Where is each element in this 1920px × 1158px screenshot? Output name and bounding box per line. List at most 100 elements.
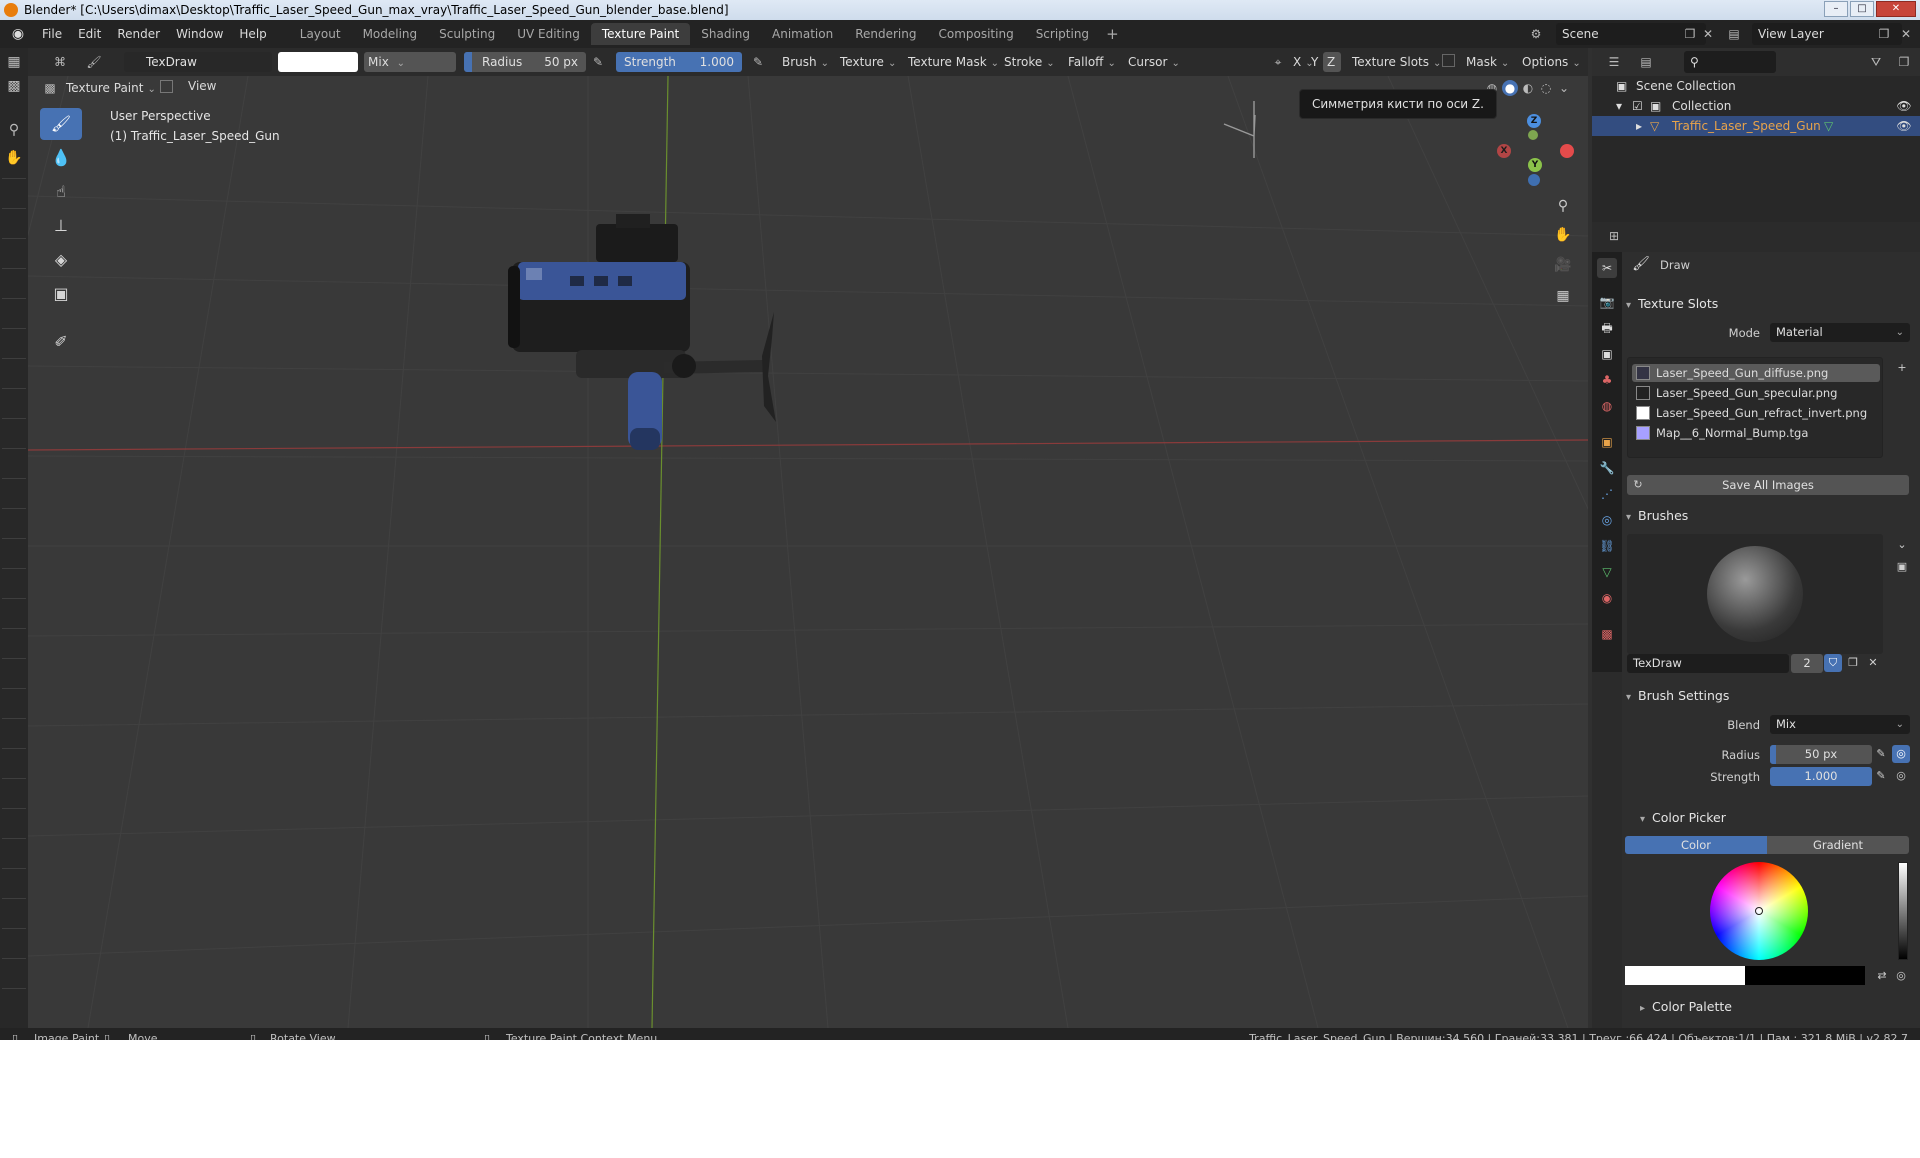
radius-pressure-icon[interactable]: ✎ (590, 54, 606, 70)
blender-logo-icon[interactable]: ◉ (8, 24, 28, 44)
outliner-search-input[interactable]: ⚲ (1684, 51, 1776, 73)
outliner-row-scene-collection[interactable]: ▣ Scene Collection (1592, 76, 1920, 96)
strength-unified-icon[interactable]: ◎ (1892, 767, 1910, 785)
menu-window[interactable]: Window (168, 20, 231, 48)
color-wheel[interactable] (1710, 862, 1808, 960)
mask-checkbox[interactable] (1442, 54, 1455, 67)
gizmo-x-axis[interactable]: X (1497, 144, 1511, 158)
brush-name-input[interactable]: TexDraw (1627, 654, 1789, 673)
tab-scene-icon[interactable]: ♣ (1597, 370, 1617, 390)
fake-user-shield-icon[interactable]: ⛉ (1824, 654, 1842, 672)
tab-shading[interactable]: Shading (690, 23, 761, 45)
scene-icon[interactable]: ⚙ (1528, 26, 1544, 42)
texture-mask-menu[interactable]: Texture Mask (904, 52, 1003, 72)
rendered-shading-icon[interactable]: ◌ (1538, 80, 1554, 96)
menu-render[interactable]: Render (109, 20, 168, 48)
gizmo-y-axis[interactable]: Y (1528, 158, 1542, 172)
color-picker-panel-header[interactable]: Color Picker (1640, 810, 1726, 825)
new-scene-icon[interactable]: ❐ (1682, 26, 1698, 42)
secondary-color-swatch[interactable] (1745, 966, 1865, 985)
gizmo-negative-y[interactable] (1528, 130, 1538, 140)
unlink-brush-icon[interactable]: ✕ (1864, 654, 1882, 672)
new-collection-icon[interactable]: ❐ (1896, 54, 1912, 70)
save-all-images-button[interactable]: ↻ Save All Images (1627, 475, 1909, 495)
clone-tool[interactable]: ⊥ (40, 210, 82, 242)
menu-file[interactable]: File (34, 20, 70, 48)
tab-sculpting[interactable]: Sculpting (428, 23, 506, 45)
tab-compositing[interactable]: Compositing (927, 23, 1024, 45)
brush-name-field[interactable]: TexDraw (124, 52, 272, 72)
symmetry-z-toggle[interactable]: Z (1323, 52, 1341, 72)
tab-uv-editing[interactable]: UV Editing (506, 23, 591, 45)
brush-preview[interactable] (1627, 534, 1883, 654)
material-shading-icon[interactable]: ◐ (1520, 80, 1536, 96)
texture-menu[interactable]: Texture (836, 52, 900, 72)
mask-menu[interactable]: Mask (1462, 52, 1513, 72)
menu-help[interactable]: Help (231, 20, 274, 48)
tab-animation[interactable]: Animation (761, 23, 844, 45)
display-mode-icon[interactable]: ▤ (1638, 54, 1654, 70)
pan-view-icon[interactable]: ✋ (1550, 222, 1576, 248)
texture-slot-item[interactable]: Map__6_Normal_Bump.tga (1632, 424, 1880, 442)
outliner-row-object[interactable]: ▸ ▽ Traffic_Laser_Speed_Gun ▽ 👁 (1592, 116, 1920, 136)
mode-selector[interactable]: Texture Paint (62, 78, 160, 98)
strength-field[interactable]: Strength 1.000 (616, 52, 742, 72)
add-workspace-icon[interactable]: + (1100, 25, 1125, 43)
tab-physics-icon[interactable]: ◎ (1597, 510, 1617, 530)
object-expand-arrow-icon[interactable]: ▸ (1636, 116, 1642, 136)
delete-view-layer-icon[interactable]: ✕ (1898, 26, 1914, 42)
texture-slots-menu[interactable]: Texture Slots (1348, 52, 1445, 72)
camera-view-icon[interactable]: 🎥 (1550, 252, 1576, 278)
tab-modeling[interactable]: Modeling (352, 23, 429, 45)
unified-color-icon[interactable]: ◎ (1892, 967, 1910, 985)
texture-slots-panel-header[interactable]: Texture Slots (1626, 296, 1718, 311)
minimize-button[interactable]: – (1824, 1, 1848, 17)
brushes-panel-header[interactable]: Brushes (1626, 508, 1688, 523)
editor-type-icon[interactable]: ▦ (4, 52, 24, 72)
smear-tool[interactable]: ☝ (40, 176, 82, 208)
paint-mask-toggle[interactable] (160, 80, 173, 93)
blend-mode-dropdown[interactable]: Mix (364, 52, 456, 72)
mask-tool[interactable]: ▣ (40, 278, 82, 310)
strength-slider[interactable]: 1.000 (1770, 767, 1872, 786)
3d-viewport[interactable] (28, 76, 1588, 1028)
tab-modifiers-icon[interactable]: 🔧 (1597, 458, 1617, 478)
delete-scene-icon[interactable]: ✕ (1700, 26, 1716, 42)
swap-colors-icon[interactable]: ⇄ (1873, 967, 1891, 985)
tab-texture-paint[interactable]: Texture Paint (590, 23, 691, 45)
texture-slot-item[interactable]: Laser_Speed_Gun_diffuse.png (1632, 364, 1880, 382)
expand-arrow-icon[interactable]: ▾ (1616, 96, 1622, 116)
outliner-row-collection[interactable]: ▾ ☑ ▣ Collection 👁 (1592, 96, 1920, 116)
texture-slot-item[interactable]: Laser_Speed_Gun_specular.png (1632, 384, 1880, 402)
color-palette-panel-header[interactable]: Color Palette (1640, 999, 1732, 1014)
tab-texture-icon[interactable]: ▩ (1597, 624, 1617, 644)
close-button[interactable]: ✕ (1876, 1, 1916, 17)
radius-pressure-toggle-icon[interactable]: ✎ (1872, 745, 1890, 763)
filter-icon[interactable]: ⛛ (1868, 54, 1884, 70)
falloff-menu[interactable]: Falloff (1064, 52, 1120, 72)
annotate-tool[interactable]: ✐ (40, 326, 82, 358)
options-menu[interactable]: Options (1518, 52, 1585, 72)
cursor-menu[interactable]: Cursor (1124, 52, 1184, 72)
maximize-button[interactable]: □ (1850, 1, 1874, 17)
gizmo-negative-z[interactable] (1528, 174, 1540, 186)
brush-settings-panel-header[interactable]: Brush Settings (1626, 688, 1729, 703)
tab-render-icon[interactable]: 📷 (1597, 292, 1617, 312)
radius-slider[interactable]: 50 px (1770, 745, 1872, 764)
value-slider[interactable] (1898, 862, 1908, 960)
fill-tool[interactable]: ◈ (40, 244, 82, 276)
primary-color-swatch[interactable] (1625, 966, 1745, 985)
gizmo-z-axis[interactable]: Z (1527, 114, 1541, 128)
radius-field[interactable]: Radius 50 px (464, 52, 586, 72)
tab-scripting[interactable]: Scripting (1025, 23, 1100, 45)
symmetry-icon[interactable]: ⌖ (1270, 54, 1286, 70)
brush-icon[interactable]: 🖌 (86, 54, 102, 70)
new-view-layer-icon[interactable]: ❐ (1876, 26, 1892, 42)
blend-dropdown[interactable]: Mix (1770, 715, 1910, 734)
color-mode-tab[interactable]: Color (1625, 836, 1767, 854)
brush-color-swatch[interactable] (278, 52, 358, 72)
tab-tool-icon[interactable]: ✂ (1597, 258, 1617, 278)
strength-pressure-toggle-icon[interactable]: ✎ (1872, 767, 1890, 785)
zoom-icon[interactable]: ⚲ (4, 120, 24, 140)
collection-checkbox[interactable]: ☑ (1632, 96, 1643, 116)
